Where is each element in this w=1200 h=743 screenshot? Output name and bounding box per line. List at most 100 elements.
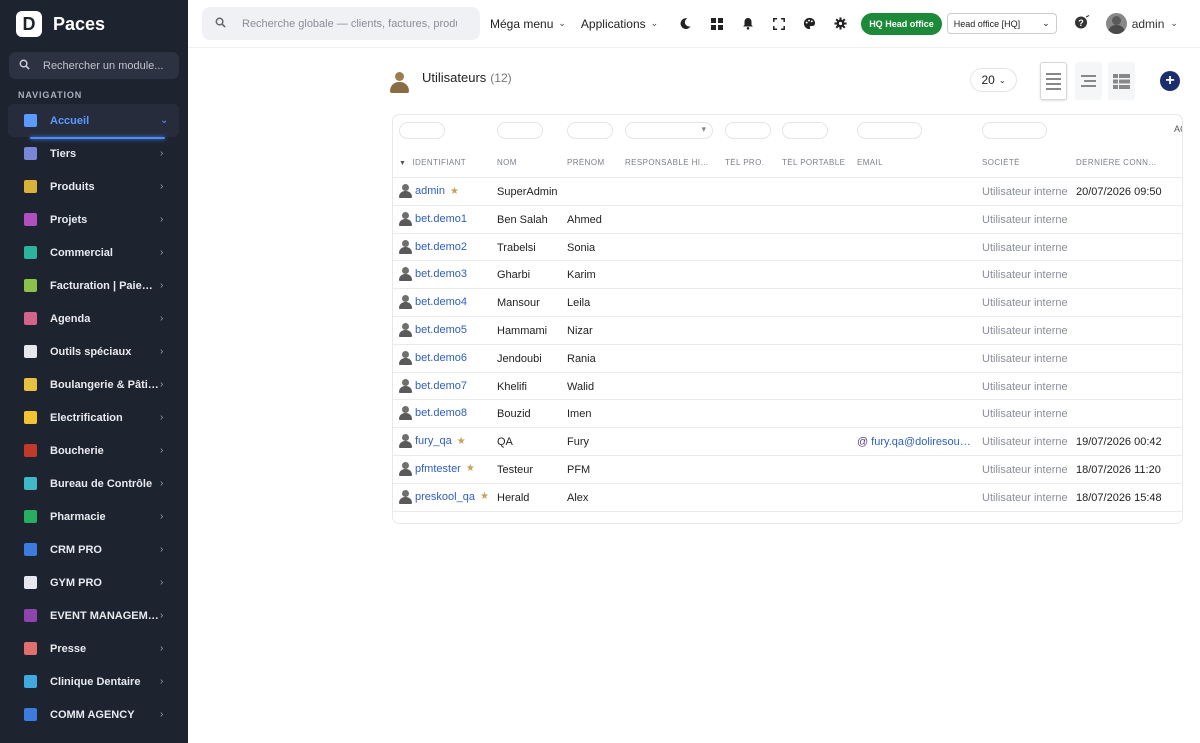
col-derniere-connexion[interactable]: Dernière connexion — [1076, 158, 1158, 167]
cell-prenom: Sonia — [567, 241, 596, 254]
sidebar-item-label: Accueil — [50, 114, 90, 127]
user-avatar-icon — [399, 434, 412, 449]
sidebar-item-commercial[interactable]: Commercial › — [8, 236, 179, 269]
shield-icon — [24, 477, 37, 490]
search-icon — [19, 59, 33, 73]
cell-email[interactable]: @fury.qa@doliresource.com — [857, 436, 971, 448]
sidebar-item-produits[interactable]: Produits › — [8, 170, 179, 203]
filter-extra-label: AC — [1174, 124, 1182, 134]
filter-responsable[interactable] — [625, 122, 713, 139]
tooth-icon — [24, 675, 37, 688]
filter-tel-portable[interactable] — [782, 122, 828, 139]
col-responsable[interactable]: Responsable hiérarchique — [625, 158, 711, 167]
global-search-input[interactable] — [242, 17, 457, 30]
col-email[interactable]: Email — [857, 158, 917, 167]
mega-menu-button[interactable]: Méga menu ⌄ — [490, 17, 566, 31]
sidebar-item-outils-sp-ciaux[interactable]: Outils spéciaux › — [8, 335, 179, 368]
table-row: bet.demo5 Hammami Nizar Utilisateur interne — [393, 317, 1182, 345]
chevron-right-icon: › — [160, 643, 164, 654]
col-societe[interactable]: Société — [982, 158, 1062, 167]
sidebar-item-clinique-dentaire[interactable]: Clinique Dentaire › — [8, 665, 179, 698]
filter-societe[interactable] — [982, 122, 1047, 139]
dark-mode-toggle[interactable] — [670, 8, 701, 39]
user-login-link[interactable]: preskool_qa — [415, 491, 475, 503]
sidebar-item-gym-pro[interactable]: GYM PRO › — [8, 566, 179, 599]
applications-button[interactable]: Applications ⌄ — [581, 17, 658, 31]
filter-email[interactable] — [857, 122, 922, 139]
sidebar-item-tiers[interactable]: Tiers › — [8, 137, 179, 170]
sidebar-item-accueil[interactable]: Accueil ⌄ — [8, 104, 179, 139]
table-row: bet.demo2 Trabelsi Sonia Utilisateur intern… — [393, 234, 1182, 262]
sidebar-item-boucherie[interactable]: Boucherie › — [8, 434, 179, 467]
sidebar-item-boulangerie-p-tisserie[interactable]: Boulangerie & Pâtisserie› — [8, 368, 179, 401]
filter-tel-pro[interactable] — [725, 122, 771, 139]
cell-nom: QA — [497, 436, 513, 449]
building-icon — [24, 147, 37, 160]
user-login-link[interactable]: bet.demo6 — [415, 352, 467, 364]
funnel-icon — [24, 708, 37, 721]
user-avatar-icon — [399, 239, 412, 254]
hierarchy-view-button[interactable] — [1075, 62, 1102, 100]
col-nom[interactable]: Nom — [497, 158, 557, 167]
chevron-right-icon: › — [160, 544, 164, 555]
apps-grid-button[interactable] — [701, 8, 732, 39]
list-view-button[interactable] — [1040, 62, 1067, 100]
col-prenom[interactable]: Prénom — [567, 158, 617, 167]
user-name: admin — [1131, 16, 1165, 31]
cell-derniere-connexion: 18/07/2026 15:48 — [1076, 491, 1162, 504]
col-tel-portable[interactable]: Tél portable — [782, 158, 852, 167]
cell-prenom: Karim — [567, 269, 596, 282]
settings-button[interactable] — [825, 8, 856, 39]
theme-button[interactable] — [794, 8, 825, 39]
user-login-link[interactable]: bet.demo1 — [415, 213, 467, 225]
entity-badge[interactable]: HQ Head office — [861, 12, 942, 35]
module-search[interactable] — [9, 52, 179, 79]
email-link[interactable]: fury.qa@doliresource.com — [871, 436, 971, 448]
filter-identifiant[interactable] — [399, 122, 445, 139]
user-login-link[interactable]: admin — [415, 185, 445, 197]
filter-prenom[interactable] — [567, 122, 613, 139]
user-menu[interactable]: admin ⌄ — [1105, 13, 1178, 34]
user-login-link[interactable]: bet.demo3 — [415, 268, 467, 280]
sidebar-item-comm-agency[interactable]: COMM AGENCY › — [8, 698, 179, 731]
sidebar-item-agenda[interactable]: Agenda › — [8, 302, 179, 335]
notifications-button[interactable] — [732, 8, 763, 39]
user-login-link[interactable]: fury_qa — [415, 435, 452, 447]
sidebar-item-facturation-paiement[interactable]: Facturation | Paiement › — [8, 269, 179, 302]
fullscreen-button[interactable] — [763, 8, 794, 39]
user-login-link[interactable]: pfmtester — [415, 463, 461, 475]
chevron-down-icon: ⌄ — [1170, 18, 1178, 28]
page-size-select[interactable]: 20 ⌄ — [970, 68, 1017, 92]
global-search[interactable] — [202, 7, 480, 40]
col-tel-pro[interactable]: Tél pro. — [725, 158, 775, 167]
sidebar-item-event-management[interactable]: EVENT MANAGEMENT › — [8, 599, 179, 632]
col-identifiant[interactable]: ▼ Identifiant — [399, 158, 489, 167]
add-user-button[interactable]: + — [1160, 71, 1180, 91]
sidebar-item-projets[interactable]: Projets › — [8, 203, 179, 236]
chevron-right-icon: › — [160, 181, 164, 192]
sidebar-item-electrification[interactable]: Electrification › — [8, 401, 179, 434]
sidebar-item-pharmacie[interactable]: Pharmacie › — [8, 500, 179, 533]
user-login-link[interactable]: bet.demo4 — [415, 296, 467, 308]
cell-identifiant: fury_qa ★ — [399, 434, 494, 449]
help-button[interactable]: ? — [1074, 15, 1090, 32]
user-login-link[interactable]: bet.demo7 — [415, 380, 467, 392]
user-avatar-icon — [399, 378, 412, 393]
user-login-link[interactable]: bet.demo8 — [415, 407, 467, 419]
cell-societe: Utilisateur interne — [982, 213, 1068, 226]
kanban-view-button[interactable] — [1108, 62, 1135, 100]
help-icon: ? — [1074, 15, 1089, 29]
user-login-link[interactable]: bet.demo2 — [415, 241, 467, 253]
brand[interactable]: D Paces — [0, 0, 188, 48]
topbar: Méga menu ⌄ Applications ⌄ HQ Head offic… — [188, 0, 1200, 48]
sidebar-item-crm-pro[interactable]: CRM PRO › — [8, 533, 179, 566]
table-row: bet.demo8 Bouzid Imen Utilisateur interne — [393, 400, 1182, 429]
sidebar-item-label: Facturation | Paiement — [50, 279, 160, 292]
sidebar-item-label: GYM PRO — [50, 576, 102, 589]
filter-nom[interactable] — [497, 122, 543, 139]
sidebar-item-presse[interactable]: Presse › — [8, 632, 179, 665]
entity-select[interactable]: Head office [HQ] ⌄ — [946, 13, 1057, 34]
module-search-input[interactable] — [43, 59, 173, 72]
user-login-link[interactable]: bet.demo5 — [415, 324, 467, 336]
sidebar-item-bureau-de-contr-le[interactable]: Bureau de Contrôle › — [8, 467, 179, 500]
